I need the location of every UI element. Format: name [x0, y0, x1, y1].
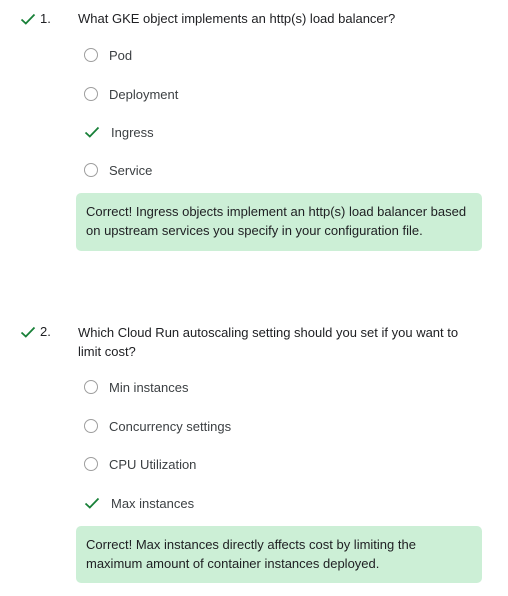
option-service[interactable]: Service	[84, 160, 152, 180]
question-text: What GKE object implements an http(s) lo…	[78, 11, 396, 26]
radio-button[interactable]	[84, 380, 98, 394]
option-pod[interactable]: Pod	[84, 45, 132, 65]
feedback-box: Correct! Ingress objects implement an ht…	[76, 193, 482, 251]
option-label: Deployment	[109, 86, 179, 102]
option-ingress[interactable]: Ingress	[84, 122, 154, 142]
option-label: Service	[109, 162, 153, 178]
option-label: Pod	[109, 47, 133, 63]
option-label: Concurrency settings	[109, 418, 232, 434]
question-number: 1.	[40, 11, 51, 26]
option-label: Min instances	[109, 379, 189, 395]
option-concurrency-settings[interactable]: Concurrency settings	[84, 416, 231, 436]
option-min-instances[interactable]: Min instances	[84, 377, 188, 397]
radio-button[interactable]	[84, 419, 98, 433]
feedback-box: Correct! Max instances directly affects …	[76, 526, 482, 583]
option-label: Max instances	[111, 495, 195, 511]
option-cpu-utilization[interactable]: CPU Utilization	[84, 454, 196, 474]
check-icon	[20, 324, 36, 340]
option-max-instances[interactable]: Max instances	[84, 493, 194, 513]
check-icon	[84, 124, 100, 140]
radio-button[interactable]	[84, 87, 98, 101]
question-number: 2.	[40, 324, 51, 339]
radio-button[interactable]	[84, 48, 98, 62]
option-label: Ingress	[111, 124, 154, 140]
option-deployment[interactable]: Deployment	[84, 84, 178, 104]
check-icon	[20, 11, 36, 27]
question-text: Which Cloud Run autoscaling setting shou…	[78, 325, 459, 359]
radio-button[interactable]	[84, 457, 98, 471]
radio-button[interactable]	[84, 163, 98, 177]
option-label: CPU Utilization	[109, 456, 197, 472]
check-icon	[84, 495, 100, 511]
